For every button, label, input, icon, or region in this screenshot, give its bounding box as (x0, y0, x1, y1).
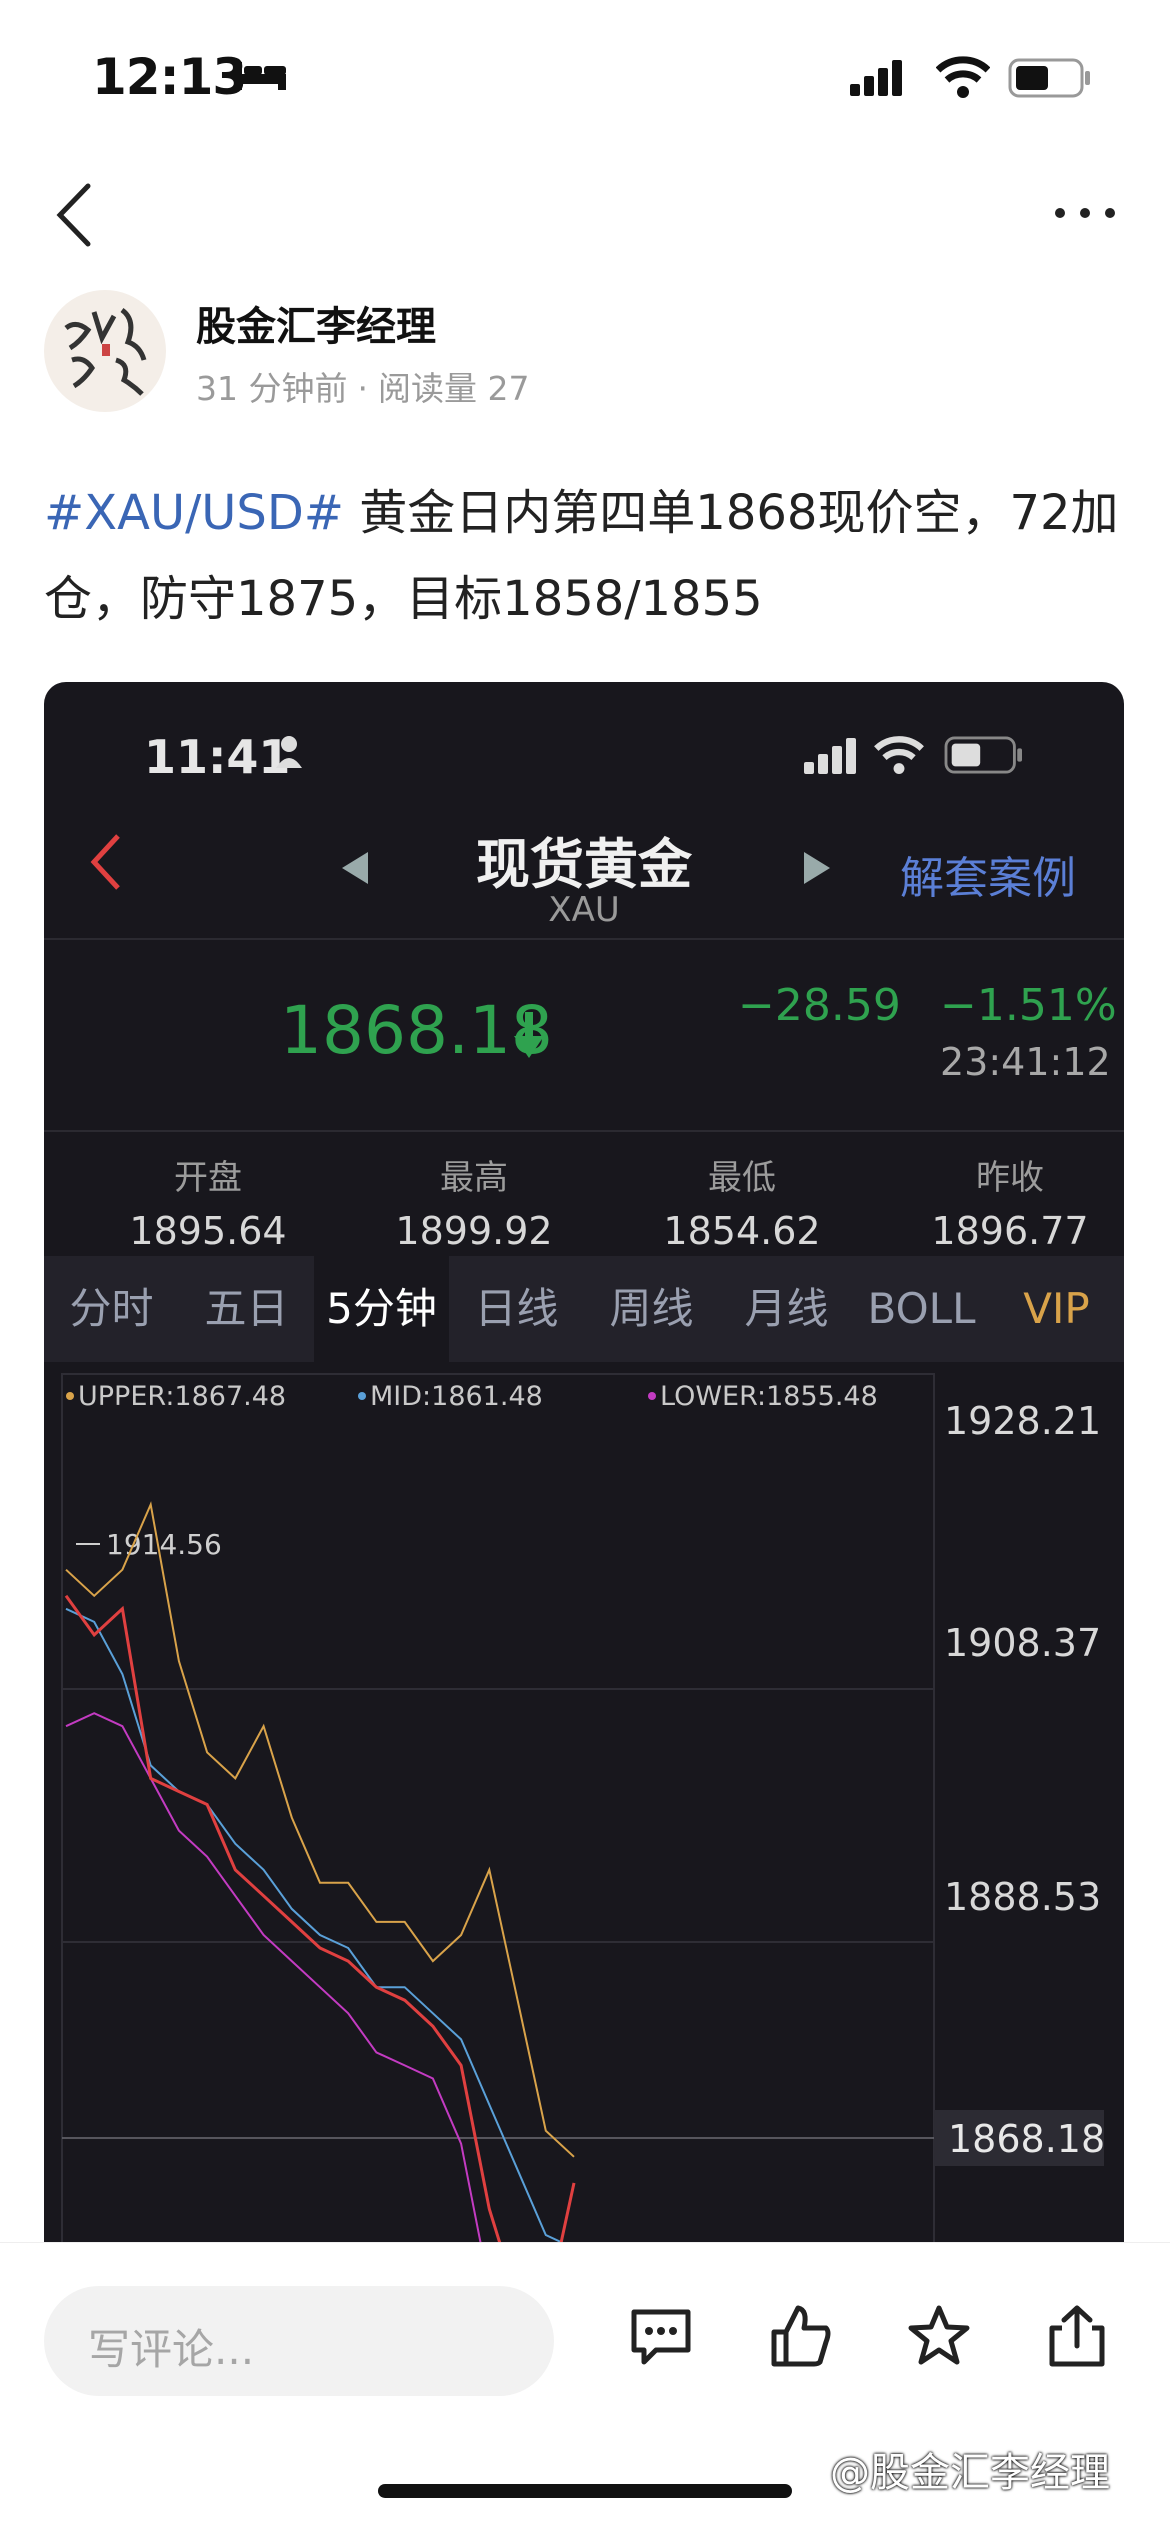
tab-boll: BOLL (867, 1284, 976, 1333)
legend-upper: UPPER:1867.48 (78, 1381, 286, 1412)
y-tick-label: 1908.37 (944, 1621, 1101, 1665)
image-battery-icon (944, 736, 1022, 774)
legend-mid-dot (358, 1392, 366, 1400)
stat-prev-close: 昨收 1896.77 (890, 1150, 1124, 1253)
price-change: −28.59 (738, 980, 901, 1031)
high-annotation: 1914.56 (106, 1528, 222, 1561)
stat-label: 最高 (440, 1158, 508, 1198)
wifi-icon (936, 56, 990, 98)
stat-value: 1899.92 (395, 1209, 553, 1253)
chart-frame (61, 1373, 935, 2242)
stat-label: 最低 (708, 1158, 776, 1198)
tab-5min: 5分钟 (314, 1256, 449, 1362)
price-timestamp: 23:41:12 (940, 1040, 1111, 1084)
tab-daily: 日线 (474, 1284, 559, 1333)
y-tick-label: 1888.53 (944, 1875, 1101, 1919)
series-lower-line (65, 1712, 482, 2242)
more-icon[interactable] (1050, 198, 1120, 228)
person-icon (276, 736, 302, 768)
tab-five-day: 五日 (204, 1284, 289, 1333)
status-time: 12:13 (92, 48, 247, 106)
image-status-time: 11:41 (144, 730, 291, 784)
period-tabs: 分时 五日 5分钟 日线 周线 月线 BOLL VIP (44, 1256, 1124, 1362)
favorite-star-icon[interactable] (904, 2302, 974, 2372)
divider (44, 1130, 1124, 1132)
tab-timeshare: 分时 (69, 1284, 154, 1333)
divider (44, 938, 1124, 940)
series-upper-line (65, 1501, 575, 2158)
image-signal-icon (804, 738, 856, 774)
avatar[interactable] (44, 290, 166, 412)
current-price-label: 1868.18 (948, 2117, 1105, 2161)
stat-label: 开盘 (174, 1158, 242, 1198)
watermark: @股金汇李经理 (830, 2450, 1110, 2496)
hashtag-link[interactable]: #XAU/USD# (44, 485, 344, 541)
back-icon[interactable] (50, 180, 100, 250)
author-name[interactable]: 股金汇李经理 (196, 294, 436, 352)
tab-vip: VIP (1023, 1284, 1090, 1333)
comment-input[interactable]: 写评论... (44, 2286, 554, 2396)
stat-value: 1896.77 (931, 1209, 1089, 1253)
image-right-link: 解套案例 (900, 853, 1076, 904)
legend-lower-dot (648, 1392, 656, 1400)
signal-icon (850, 60, 902, 96)
time-ago: 31 分钟前 (196, 369, 348, 408)
stat-label: 昨收 (976, 1158, 1044, 1198)
post-image[interactable]: 11:41 现货黄金 XAU 解套案例 1868.18 −28.59 −1.51… (44, 682, 1124, 2242)
stat-low: 最低 1854.62 (622, 1150, 862, 1253)
stat-open: 开盘 1895.64 (88, 1150, 328, 1253)
down-arrow-icon (514, 1012, 544, 1058)
series-mid-line (65, 1607, 564, 2242)
post-meta: 31 分钟前 · 阅读量 27 (196, 362, 539, 410)
legend-mid: MID:1861.48 (370, 1381, 543, 1412)
read-count: 阅读量 27 (377, 369, 530, 408)
legend-upper-dot (66, 1392, 74, 1400)
post-body: #XAU/USD# 黄金日内第四单1868现价空，72加仓，防守1875，目标1… (44, 470, 1134, 642)
tab-monthly: 月线 (744, 1284, 829, 1333)
like-icon[interactable] (766, 2302, 836, 2372)
bed-icon (234, 62, 286, 90)
comment-icon[interactable] (626, 2302, 696, 2372)
tab-weekly: 周线 (609, 1284, 694, 1333)
meta-separator: · (357, 369, 368, 408)
image-wifi-icon (874, 736, 924, 774)
stat-value: 1895.64 (129, 1209, 287, 1253)
legend-lower: LOWER:1855.48 (660, 1381, 878, 1412)
home-indicator (378, 2484, 792, 2498)
battery-icon (1008, 58, 1090, 98)
stat-value: 1854.62 (663, 1209, 821, 1253)
current-price: 1868.18 (280, 992, 553, 1069)
comment-placeholder: 写评论... (88, 2325, 255, 2374)
price-change-pct: −1.51% (940, 980, 1117, 1031)
stat-high: 最高 1899.92 (354, 1150, 594, 1253)
share-icon[interactable] (1042, 2302, 1112, 2372)
series-price-line (64, 1594, 576, 2242)
boll-chart: UPPER:1867.48 MID:1861.48 LOWER:1855.48 … (61, 1373, 1105, 2242)
y-tick-label: 1928.21 (944, 1399, 1101, 1443)
